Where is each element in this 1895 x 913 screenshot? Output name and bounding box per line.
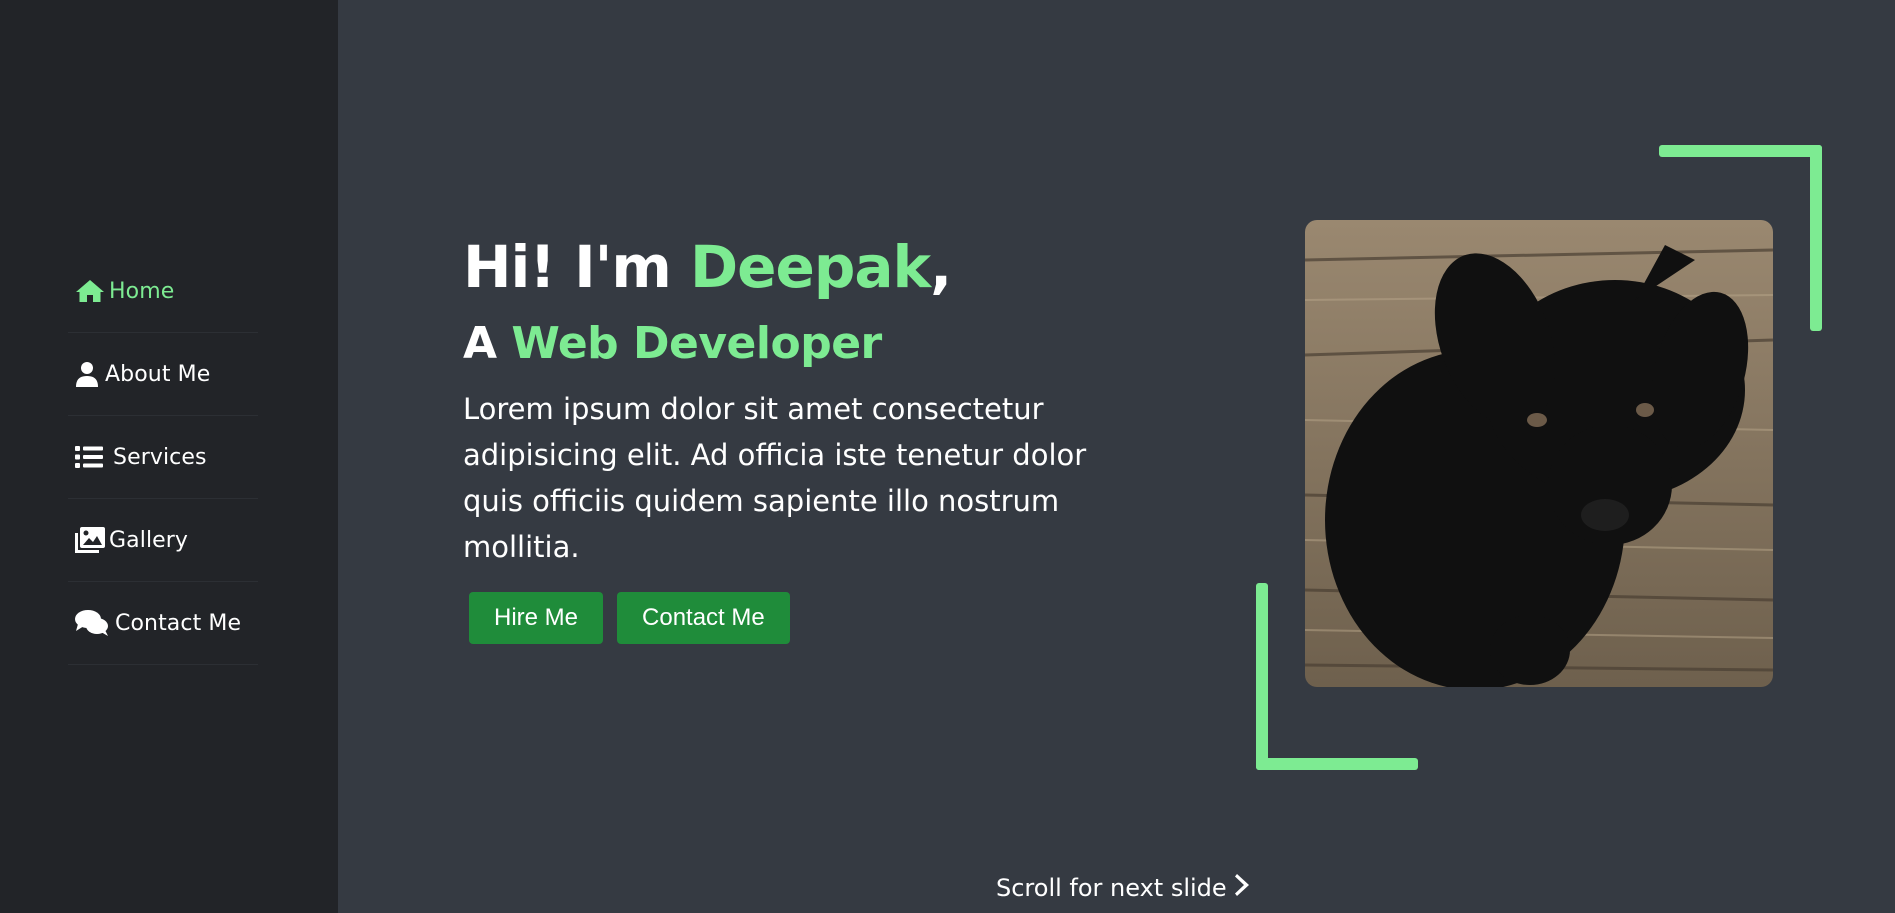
- decorative-bracket-right: [1810, 145, 1822, 331]
- decorative-bracket-top: [1659, 145, 1822, 157]
- role-prefix: A: [463, 318, 512, 369]
- chevron-right-icon: [1234, 874, 1249, 902]
- list-icon: [75, 446, 113, 468]
- greeting-suffix: ,: [930, 233, 952, 301]
- sidebar-item-services[interactable]: Services: [68, 416, 258, 499]
- images-icon: [75, 527, 109, 553]
- scroll-hint-label: Scroll for next slide: [996, 874, 1227, 902]
- hire-me-button[interactable]: Hire Me: [469, 592, 604, 644]
- intro-paragraph: Lorem ipsum dolor sit amet consectetur a…: [463, 392, 1087, 564]
- sidebar-item-label: Contact Me: [115, 610, 242, 636]
- profile-photo: [1305, 220, 1773, 687]
- role-highlight: Web Developer: [511, 318, 882, 369]
- sidebar-item-label: Gallery: [109, 527, 189, 553]
- comments-icon: [75, 609, 115, 637]
- decorative-bracket-left: [1256, 583, 1268, 770]
- sidebar-item-about-me[interactable]: About Me: [68, 333, 258, 416]
- home-icon: [75, 279, 109, 303]
- hero-section: Hi! I'm Deepak, A Web Developer Lorem ip…: [463, 230, 1103, 644]
- role-heading: A Web Developer: [463, 314, 1103, 374]
- name-highlight: Deepak: [690, 233, 931, 301]
- sidebar-item-gallery[interactable]: Gallery: [68, 499, 258, 582]
- sidebar: Home About Me Services Gallery Contact M…: [0, 0, 338, 913]
- greeting-prefix: Hi! I'm: [463, 233, 691, 301]
- sidebar-item-label: Home: [109, 278, 175, 304]
- greeting-heading: Hi! I'm Deepak,: [463, 230, 1103, 304]
- scroll-next-link[interactable]: Scroll for next slide: [996, 874, 1249, 902]
- sidebar-item-label: Services: [113, 444, 207, 470]
- decorative-bracket-bottom: [1256, 758, 1418, 770]
- sidebar-item-contact-me[interactable]: Contact Me: [68, 582, 258, 665]
- contact-me-button[interactable]: Contact Me: [617, 592, 790, 644]
- sidebar-item-home[interactable]: Home: [68, 250, 258, 333]
- sidebar-item-label: About Me: [105, 361, 211, 387]
- user-icon: [75, 361, 105, 387]
- sidebar-nav: Home About Me Services Gallery Contact M…: [68, 250, 258, 665]
- hero-buttons: Hire Me Contact Me: [469, 592, 1103, 644]
